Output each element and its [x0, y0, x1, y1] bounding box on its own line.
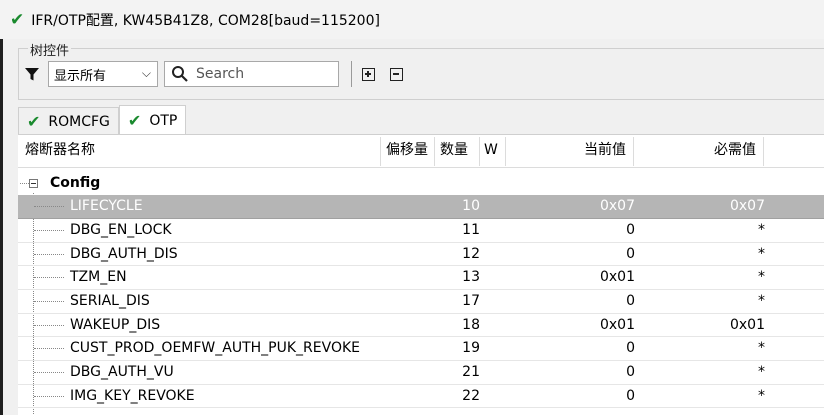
check-icon: ✔: [27, 112, 41, 131]
table-row[interactable]: WAKEUP_DIS 18 0x01 0x01: [18, 314, 824, 337]
fuse-name: CUST_PROD_OEMFW_AUTH_PUK_REVOKE: [70, 340, 360, 356]
table-row[interactable]: TZM_EN 13 0x01 *: [18, 266, 824, 290]
column-divider: [434, 137, 435, 166]
fuse-required-value: *: [758, 222, 765, 238]
search-box[interactable]: [164, 61, 339, 87]
fuse-current-value: 0: [626, 222, 635, 238]
column-header-current[interactable]: 当前值: [584, 135, 626, 168]
fuse-count: 19: [462, 340, 480, 356]
tree-line: [34, 301, 64, 302]
table-row[interactable]: CUST_PROD_OEMFW_AUTH_PUK_REVOKE 19 0 *: [18, 337, 824, 361]
fuse-count: 18: [462, 316, 480, 333]
column-header-count[interactable]: 数量: [440, 135, 468, 168]
filter-icon: [22, 61, 42, 87]
table-row[interactable]: DBG_AUTH_VU 21 0 *: [18, 361, 824, 385]
tree-line: [34, 230, 64, 231]
tree-line: [34, 277, 64, 278]
fuse-count: 11: [462, 222, 480, 238]
tree-line: [34, 372, 64, 373]
fuse-count: 12: [462, 245, 480, 262]
collapse-icon[interactable]: [29, 179, 38, 188]
tab-label: OTP: [149, 112, 178, 129]
tree-line: [34, 395, 64, 397]
table-row[interactable]: IMG_KEY_REVOKE 22 0 *: [18, 385, 824, 408]
fuse-required-value: *: [758, 364, 765, 380]
table-row[interactable]: DBG_EN_LOCK 11 0 *: [18, 219, 824, 243]
tab-otp[interactable]: ✔ OTP: [118, 105, 187, 135]
column-header-offset[interactable]: 偏移量: [386, 135, 428, 168]
table-row[interactable]: SERIAL_DIS 17 0 *: [18, 290, 824, 314]
fuse-name: LIFECYCLE: [70, 198, 143, 214]
fuse-name: DBG_AUTH_DIS: [70, 245, 178, 262]
fuse-table: 熔断器名称 偏移量 数量 W 当前值 必需值 Config LIFECYCLE …: [18, 134, 824, 415]
tab-bar: ✔ ROMCFG ✔ OTP: [18, 105, 187, 135]
fuse-name: TZM_EN: [70, 269, 127, 285]
column-header-w[interactable]: W: [484, 135, 498, 168]
expand-all-icon[interactable]: [362, 67, 375, 81]
fuse-required-value: *: [758, 293, 765, 309]
fuse-required-value: *: [758, 269, 765, 285]
fuse-current-value: 0: [626, 387, 635, 404]
fuse-current-value: 0x01: [599, 316, 635, 333]
fuse-required-value: 0x07: [729, 198, 765, 214]
tree-line: [34, 348, 64, 349]
filter-value: 显示所有: [54, 68, 107, 84]
table-header: 熔断器名称 偏移量 数量 W 当前值 必需值: [18, 135, 824, 168]
fuse-current-value: 0x07: [599, 198, 635, 214]
tab-romcfg[interactable]: ✔ ROMCFG: [18, 107, 119, 135]
fuse-name: DBG_EN_LOCK: [70, 222, 172, 238]
tree-line: [34, 324, 64, 326]
fuse-count: 17: [462, 293, 480, 309]
column-header-name[interactable]: 熔断器名称: [25, 135, 95, 168]
column-header-required[interactable]: 必需值: [714, 135, 756, 168]
check-icon: ✔: [127, 111, 142, 130]
window-edge: [0, 39, 3, 415]
title-bar: ✔ IFR/OTP配置, KW45B41Z8, COM28[baud=11520…: [0, 0, 824, 39]
fuse-count: 13: [462, 269, 480, 285]
fuse-current-value: 0: [626, 245, 635, 262]
check-icon: ✔: [10, 9, 25, 30]
fuse-required-value: *: [758, 340, 765, 356]
toolbar: 显示所有 ⌵: [22, 60, 418, 88]
tree-line: [20, 183, 29, 184]
fuse-count: 22: [462, 387, 480, 404]
group-label: Config: [50, 175, 101, 191]
column-divider: [763, 137, 764, 166]
fuse-required-value: *: [758, 387, 765, 404]
filter-dropdown[interactable]: 显示所有 ⌵: [48, 61, 158, 87]
search-icon: [171, 65, 189, 83]
table-row[interactable]: DBG_AUTH_DIS 12 0 *: [18, 243, 824, 266]
tab-label: ROMCFG: [48, 113, 110, 130]
fuse-current-value: 0: [626, 293, 635, 309]
fuse-current-value: 0x01: [599, 269, 635, 285]
fuse-name: DBG_AUTH_VU: [70, 364, 174, 380]
fuse-name: SERIAL_DIS: [70, 293, 150, 309]
fuse-name: IMG_KEY_REVOKE: [70, 387, 195, 404]
tree-line: [34, 253, 64, 255]
fuse-name: WAKEUP_DIS: [70, 316, 161, 333]
search-input[interactable]: [196, 66, 336, 82]
fuse-current-value: 0: [626, 340, 635, 356]
column-divider: [505, 137, 506, 166]
toolbar-separator: [351, 61, 352, 87]
fuse-count: 21: [462, 364, 480, 380]
fuse-required-value: *: [758, 245, 765, 262]
tree-line: [34, 206, 64, 207]
collapse-all-icon[interactable]: [390, 67, 403, 81]
window-title: IFR/OTP配置, KW45B41Z8, COM28[baud=115200]: [31, 12, 380, 29]
fuse-required-value: 0x01: [729, 316, 765, 333]
column-divider: [380, 137, 381, 166]
group-label: 树控件: [28, 40, 72, 59]
column-divider: [633, 137, 634, 166]
chevron-down-icon: ⌵: [141, 66, 151, 80]
fuse-count: 10: [462, 198, 480, 214]
tree-group-config[interactable]: Config: [18, 172, 824, 196]
fuse-current-value: 0: [626, 364, 635, 380]
column-divider: [479, 137, 480, 166]
table-row[interactable]: LIFECYCLE 10 0x07 0x07: [18, 195, 824, 219]
